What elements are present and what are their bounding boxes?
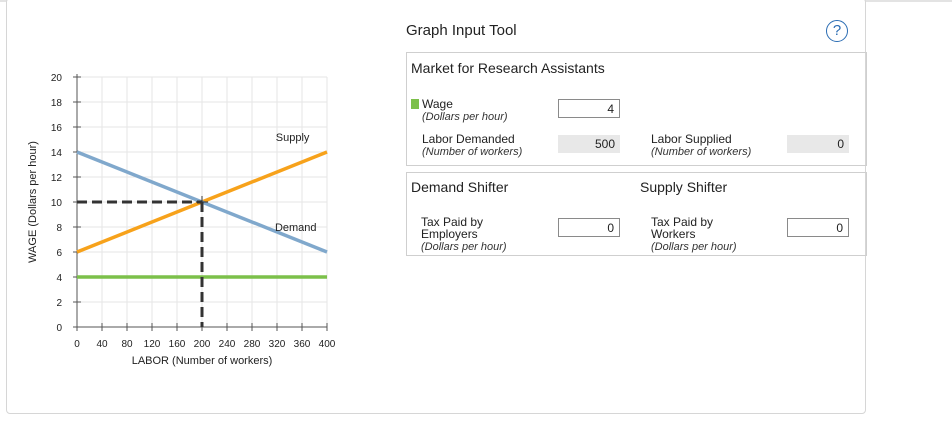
market-title: Market for Research Assistants xyxy=(411,60,605,76)
x-tick-label: 360 xyxy=(294,339,311,350)
market-panel: Market for Research Assistants Wage (Dol… xyxy=(406,52,867,166)
wage-label-group: Wage (Dollars per hour) xyxy=(411,98,508,123)
x-tick-label: 400 xyxy=(319,339,336,350)
labor-demanded-value: 500 xyxy=(558,135,620,153)
worker-tax-label-group: Tax Paid by Workers (Dollars per hour) xyxy=(651,216,737,253)
x-axis-title: LABOR (Number of workers) xyxy=(132,355,273,367)
x-tick-label: 40 xyxy=(96,339,108,350)
y-tick-label: 10 xyxy=(51,198,63,209)
y-tick-label: 2 xyxy=(56,298,62,309)
x-tick-label: 240 xyxy=(219,339,236,350)
demand-shifter-title: Demand Shifter xyxy=(411,179,509,195)
labor-supplied-label-group: Labor Supplied (Number of workers) xyxy=(651,133,751,158)
x-tick-label: 80 xyxy=(121,339,133,350)
y-tick-label: 6 xyxy=(56,248,62,259)
x-tick-label: 200 xyxy=(194,339,211,350)
x-tick-label: 120 xyxy=(144,339,161,350)
supply-label: Supply xyxy=(276,132,310,144)
wage-input[interactable] xyxy=(558,99,620,118)
demand-label: Demand xyxy=(275,222,317,234)
y-tick-label: 16 xyxy=(51,123,63,134)
labor-demanded-label: Labor Demanded xyxy=(422,132,515,146)
question-circle-icon[interactable]: ? xyxy=(826,20,848,42)
x-tick-label: 320 xyxy=(269,339,286,350)
wage-color-swatch-icon xyxy=(411,99,419,109)
employer-tax-label-line2: Employers xyxy=(421,227,478,241)
y-axis-title: WAGE (Dollars per hour) xyxy=(27,141,39,263)
labor-supplied-unit: (Number of workers) xyxy=(651,146,752,158)
x-tick-label: 280 xyxy=(244,339,261,350)
graph-input-tool-title: Graph Input Tool xyxy=(406,22,517,39)
labor-demanded-label-group: Labor Demanded (Number of workers) xyxy=(422,133,522,158)
worker-tax-unit: (Dollars per hour) xyxy=(651,241,737,253)
x-tick-label: 0 xyxy=(74,339,80,350)
labor-market-chart[interactable]: 0 40 80 120 160 200 240 280 320 360 400 0 2 4 6 8 10 12 14… xyxy=(0,0,400,434)
y-tick-label: 0 xyxy=(56,323,62,334)
labor-demanded-unit: (Number of workers) xyxy=(422,146,523,158)
labor-supplied-label: Labor Supplied xyxy=(651,132,732,146)
y-tick-label: 20 xyxy=(51,73,63,84)
y-tick-label: 12 xyxy=(51,173,63,184)
shifter-panel: Demand Shifter Supply Shifter Tax Paid b… xyxy=(406,172,867,256)
y-tick-label: 14 xyxy=(51,148,63,159)
worker-tax-label-line2: Workers xyxy=(651,227,696,241)
x-tick-label: 160 xyxy=(169,339,186,350)
employer-tax-input[interactable] xyxy=(558,218,620,237)
wage-label: Wage xyxy=(422,97,453,111)
y-tick-label: 18 xyxy=(51,98,63,109)
y-tick-label: 4 xyxy=(56,273,62,284)
y-tick-label: 8 xyxy=(56,223,62,234)
wage-unit: (Dollars per hour) xyxy=(422,111,508,123)
worker-tax-input[interactable] xyxy=(787,218,849,237)
labor-supplied-value: 0 xyxy=(787,135,849,153)
supply-shifter-title: Supply Shifter xyxy=(640,179,728,195)
employer-tax-label-group: Tax Paid by Employers (Dollars per hour) xyxy=(421,216,507,253)
employer-tax-unit: (Dollars per hour) xyxy=(421,241,507,253)
